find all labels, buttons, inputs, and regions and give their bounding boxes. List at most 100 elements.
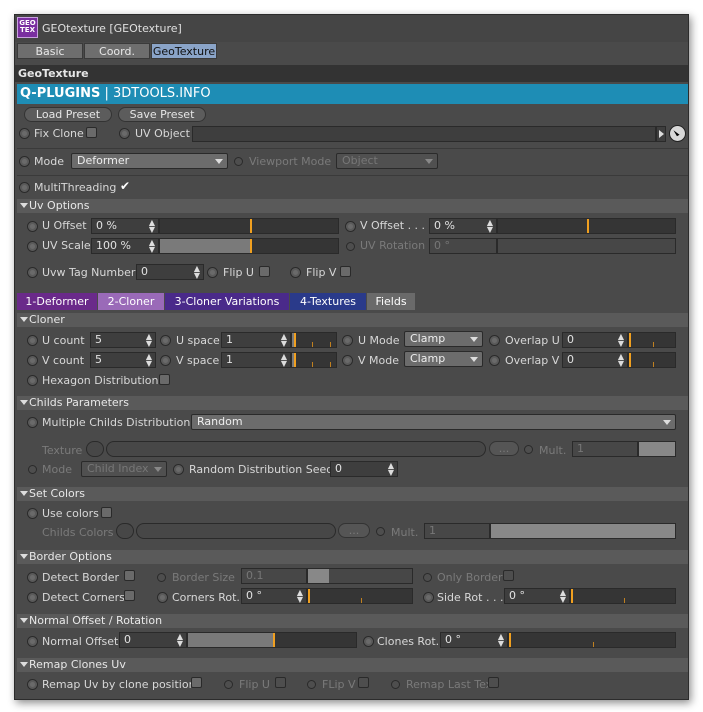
- childs-colors-toggle[interactable]: [116, 523, 134, 539]
- v-mode-radio[interactable]: [342, 355, 353, 366]
- viewport-mode-radio[interactable]: [234, 157, 243, 166]
- normal-offset-slider[interactable]: [187, 632, 357, 648]
- use-colors-checkbox[interactable]: [101, 507, 112, 518]
- u-mode-dropdown[interactable]: Clamp: [404, 331, 483, 347]
- texture-toggle[interactable]: [86, 441, 104, 457]
- border-size-radio[interactable]: [157, 573, 166, 582]
- remap-uv-checkbox[interactable]: [191, 677, 202, 688]
- tab-cloner-variations[interactable]: 3-Cloner Variations: [165, 293, 289, 310]
- childs-parameters-group-header[interactable]: Childs Parameters: [17, 396, 688, 410]
- u-offset-field[interactable]: 0 % ▲ ▼: [91, 218, 159, 234]
- detect-corners-radio[interactable]: [27, 592, 38, 603]
- texture-browse-button[interactable]: ...: [489, 441, 519, 456]
- corners-rot-slider[interactable]: [307, 588, 413, 604]
- flip-v-radio[interactable]: [290, 267, 301, 278]
- side-rot-slider[interactable]: [570, 588, 676, 604]
- multithreading-radio[interactable]: [19, 182, 30, 193]
- tab-geotexture[interactable]: GeoTexture: [151, 43, 217, 59]
- remap-uv-radio[interactable]: [27, 679, 38, 690]
- uv-object-link-field[interactable]: [192, 126, 656, 142]
- only-border-checkbox[interactable]: [503, 570, 514, 581]
- tab-deformer[interactable]: 1-Deformer: [17, 293, 97, 310]
- colors-mult-radio[interactable]: [376, 527, 385, 536]
- v-offset-radio[interactable]: [345, 221, 356, 232]
- hexagon-checkbox[interactable]: [159, 374, 170, 385]
- uvw-tag-field[interactable]: 0 ▲ ▼: [136, 264, 204, 280]
- side-rot-radio[interactable]: [423, 592, 434, 603]
- corners-rot-field[interactable]: 0 ° ▲ ▼: [241, 588, 307, 604]
- uv-object-arrow-button[interactable]: [656, 126, 666, 142]
- multiple-childs-dropdown[interactable]: Random: [191, 414, 676, 430]
- overlap-v-field[interactable]: 0 ▲ ▼: [562, 352, 628, 368]
- detect-border-checkbox[interactable]: [124, 570, 135, 581]
- detect-border-radio[interactable]: [27, 572, 38, 583]
- remap-clones-group-header[interactable]: Remap Clones Uv: [17, 658, 688, 672]
- texture-mult-radio[interactable]: [524, 445, 533, 454]
- border-options-group-header[interactable]: Border Options: [17, 550, 688, 564]
- u-count-radio[interactable]: [27, 335, 38, 346]
- v-offset-field[interactable]: 0 % ▲ ▼: [429, 218, 497, 234]
- texture-mult-slider[interactable]: [638, 441, 676, 457]
- colors-mult-slider[interactable]: [490, 523, 676, 539]
- mode-radio[interactable]: [19, 156, 30, 167]
- v-mode-dropdown[interactable]: Clamp: [404, 351, 483, 367]
- detect-corners-checkbox[interactable]: [124, 590, 135, 601]
- multithreading-checkmark-icon[interactable]: ✔: [120, 179, 130, 194]
- overlap-u-field[interactable]: 0 ▲ ▼: [562, 332, 628, 348]
- uv-scale-radio[interactable]: [27, 241, 38, 252]
- fix-clone-radio[interactable]: [19, 128, 30, 139]
- u-offset-slider[interactable]: [159, 218, 339, 234]
- u-space-radio[interactable]: [160, 335, 171, 346]
- fix-clone-checkbox[interactable]: [86, 127, 97, 138]
- clones-rot-field[interactable]: 0 ° ▲ ▼: [440, 632, 508, 648]
- texture-mult-field[interactable]: 1: [572, 441, 638, 457]
- overlap-v-radio[interactable]: [489, 355, 500, 366]
- child-mode-radio[interactable]: [28, 465, 37, 474]
- normal-offset-radio[interactable]: [27, 636, 38, 647]
- uv-options-group-header[interactable]: Uv Options: [17, 199, 688, 213]
- use-colors-radio[interactable]: [27, 508, 38, 519]
- v-count-field[interactable]: 5 ▲ ▼: [90, 352, 156, 368]
- uv-scale-slider[interactable]: [159, 238, 339, 254]
- tab-fields[interactable]: Fields: [367, 293, 415, 310]
- uvw-tag-radio[interactable]: [27, 267, 38, 278]
- remap-last-checkbox[interactable]: [488, 677, 499, 688]
- only-border-radio[interactable]: [423, 573, 432, 582]
- normal-offset-group-header[interactable]: Normal Offset / Rotation: [17, 614, 688, 628]
- side-rot-field[interactable]: 0 ° ▲ ▼: [504, 588, 570, 604]
- remap-flip-u-checkbox[interactable]: [275, 677, 286, 688]
- overlap-u-radio[interactable]: [489, 335, 500, 346]
- u-space-field[interactable]: 1 ▲ ▼: [221, 332, 291, 348]
- qplugins-banner[interactable]: Q-PLUGINS | 3DTOOLS.INFO: [17, 84, 688, 104]
- uv-rotation-radio[interactable]: [346, 242, 355, 251]
- clones-rot-slider[interactable]: [508, 632, 676, 648]
- tab-cloner[interactable]: 2-Cloner: [98, 293, 164, 310]
- u-count-field[interactable]: 5 ▲ ▼: [90, 332, 156, 348]
- seed-field[interactable]: 0 ▲ ▼: [330, 461, 398, 477]
- child-mode-dropdown[interactable]: Child Index: [81, 461, 167, 477]
- uv-object-radio[interactable]: [119, 128, 130, 139]
- colors-mult-field[interactable]: 1: [424, 523, 490, 539]
- tab-coord[interactable]: Coord.: [84, 43, 150, 59]
- border-size-slider[interactable]: [307, 568, 413, 584]
- flip-u-checkbox[interactable]: [259, 266, 270, 277]
- overlap-u-slider[interactable]: [628, 332, 676, 348]
- v-count-radio[interactable]: [27, 355, 38, 366]
- tab-textures[interactable]: 4-Textures: [290, 293, 366, 310]
- u-space-slider[interactable]: [291, 332, 337, 348]
- mode-dropdown[interactable]: Deformer: [71, 153, 228, 169]
- uv-scale-field[interactable]: 100 % ▲ ▼: [91, 238, 159, 254]
- overlap-v-slider[interactable]: [628, 352, 676, 368]
- flip-v-checkbox[interactable]: [340, 266, 351, 277]
- remap-last-radio[interactable]: [391, 680, 400, 689]
- u-mode-radio[interactable]: [342, 335, 353, 346]
- clones-rot-radio[interactable]: [363, 636, 374, 647]
- u-offset-radio[interactable]: [27, 221, 38, 232]
- remap-flip-v-radio[interactable]: [307, 680, 316, 689]
- pick-cursor-icon[interactable]: [669, 125, 686, 142]
- load-preset-button[interactable]: Load Preset: [24, 107, 112, 122]
- seed-radio[interactable]: [173, 464, 184, 475]
- viewport-mode-dropdown[interactable]: Object: [336, 153, 438, 169]
- remap-flip-v-checkbox[interactable]: [358, 677, 369, 688]
- corners-rot-radio[interactable]: [157, 592, 168, 603]
